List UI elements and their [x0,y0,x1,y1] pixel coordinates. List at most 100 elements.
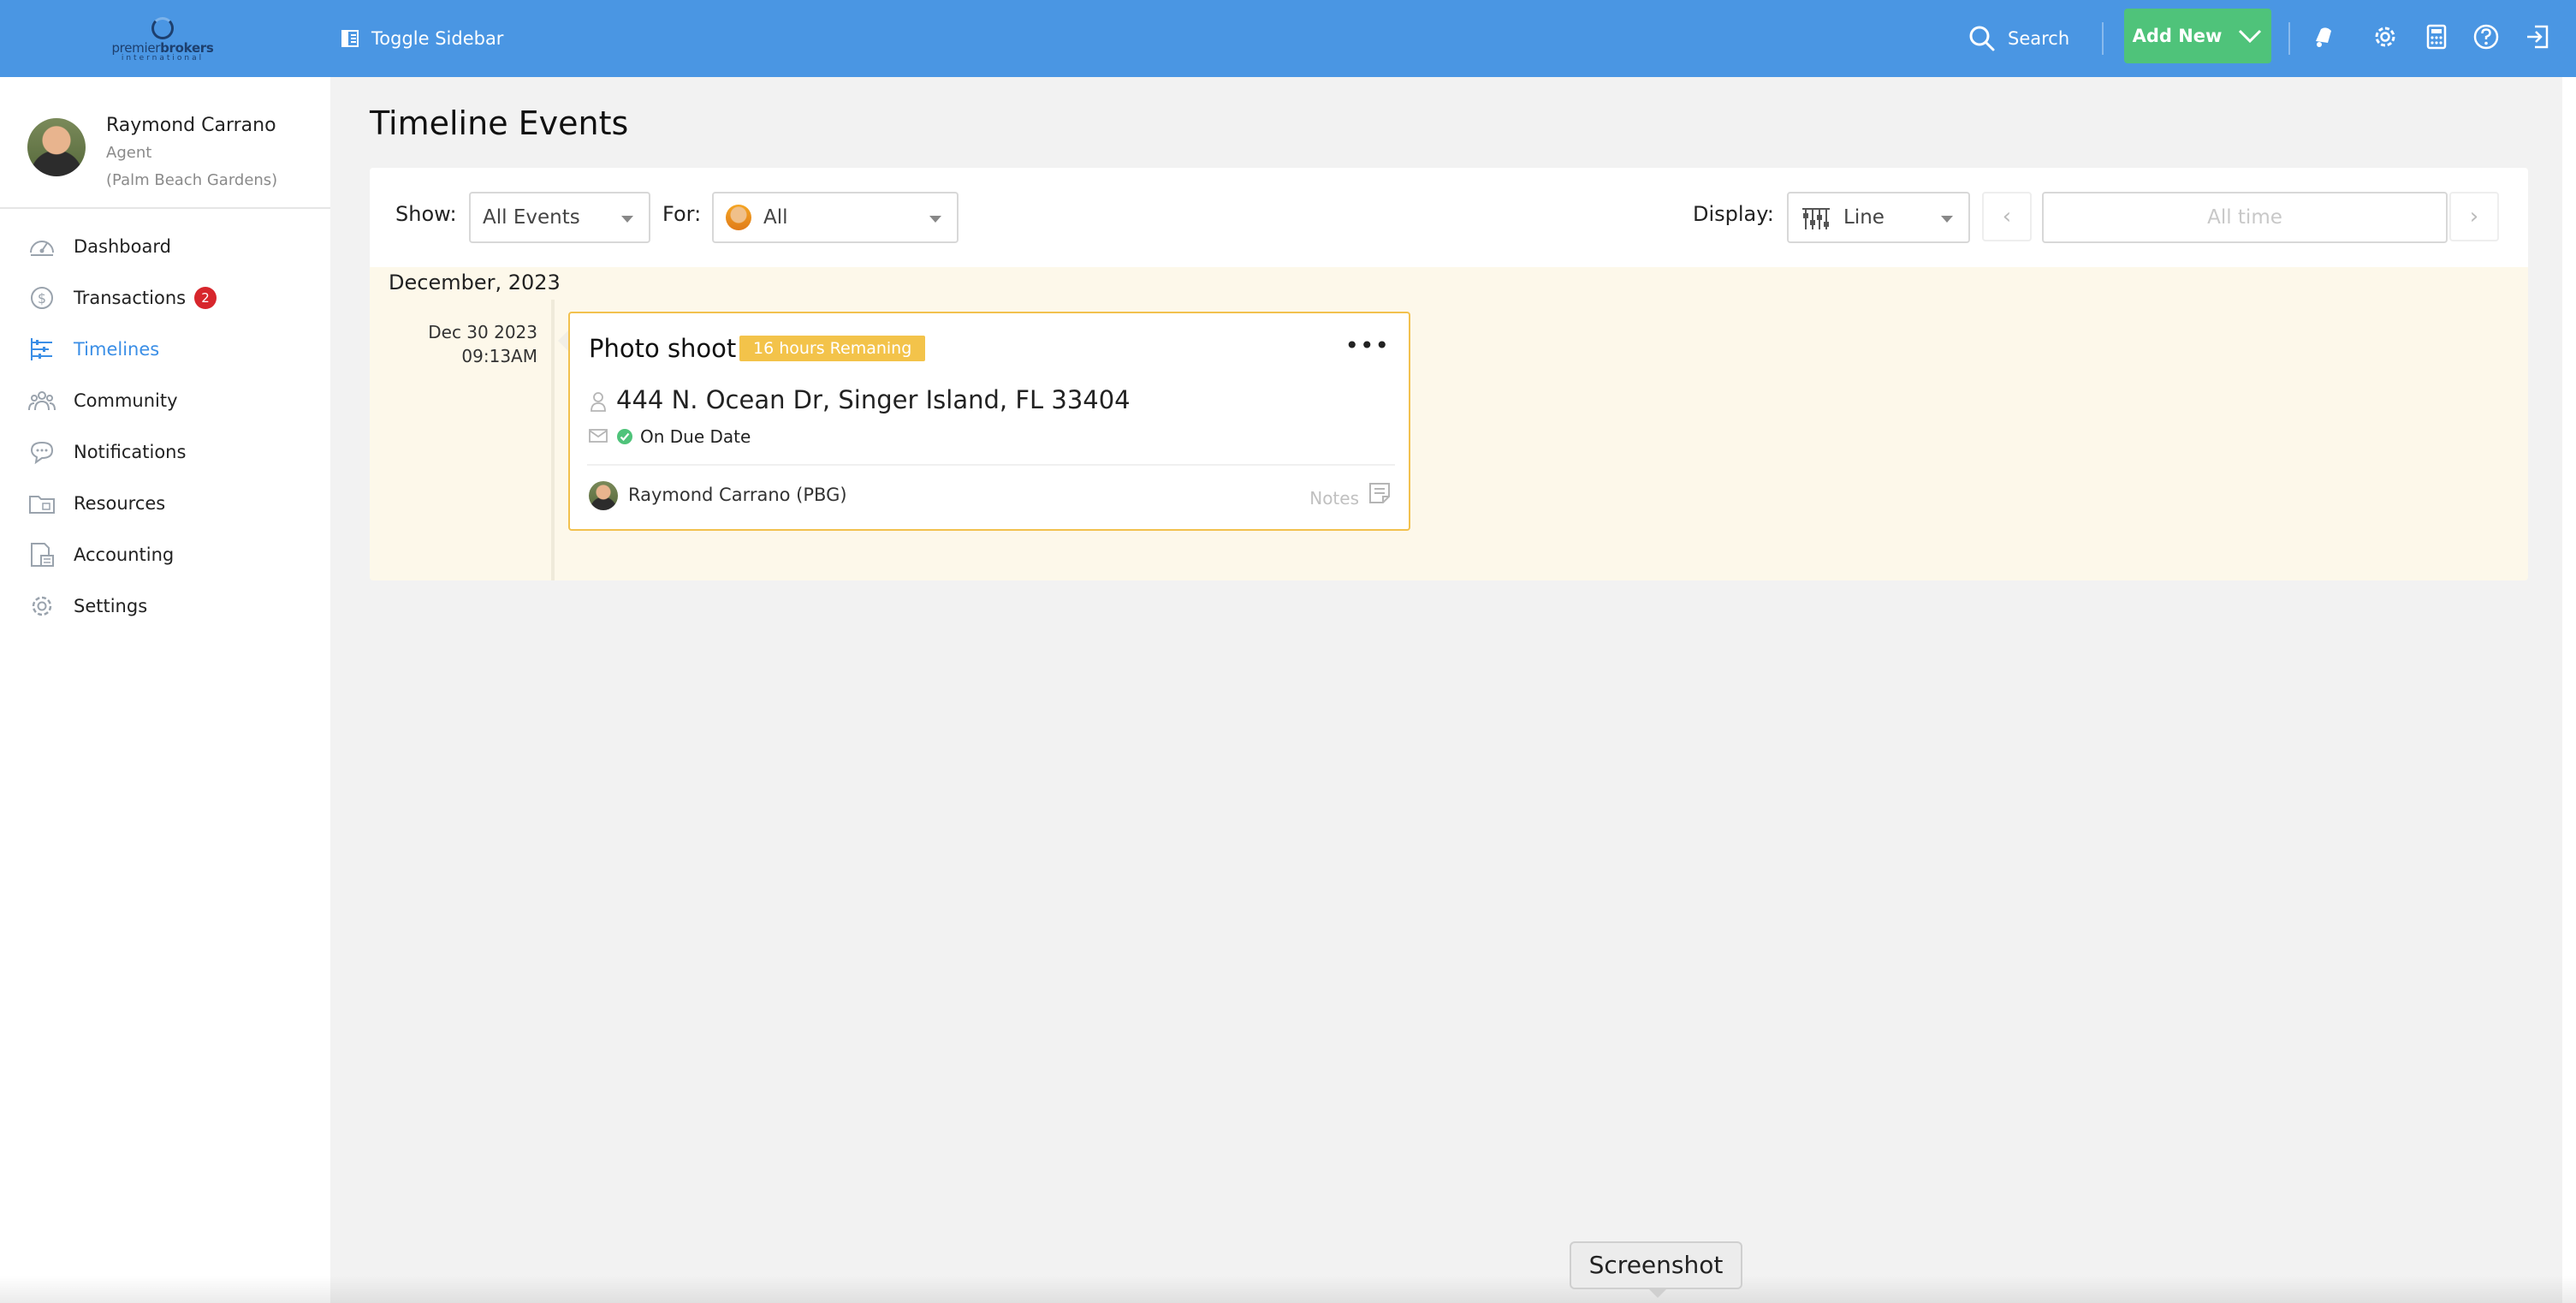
person-avatar-icon [726,205,751,230]
profile-role: Agent [106,144,152,162]
sidebar-item-accounting[interactable]: Accounting [0,529,330,580]
event-date: Dec 30 2023 [428,322,537,342]
event-status: On Due Date [640,426,751,447]
show-filter-select[interactable]: All Events [469,192,650,243]
page-right-edge [2562,77,2576,1303]
event-title[interactable]: Photo shoot [589,334,736,363]
sidebar-item-label: Timelines [74,339,160,360]
community-icon [28,391,56,411]
chevron-left-icon: ‹ [2002,204,2012,229]
sidebar-item-transactions[interactable]: $ Transactions 2 [0,272,330,324]
topbar-divider [2288,22,2290,55]
line-display-icon [1802,208,1830,229]
search-button[interactable]: Search [1968,19,2069,58]
timeline-axis [551,300,555,580]
logout-icon-svg [2527,25,2549,49]
dashboard-icon [30,241,54,256]
calculator-icon-svg [2426,24,2447,50]
gear-icon [32,596,52,616]
display-mode-select[interactable]: Line [1787,192,1970,243]
event-menu-button[interactable]: ••• [1344,334,1390,358]
bottom-shadow [0,1276,2576,1303]
event-timestamp: Dec 30 2023 09:13AM [404,320,537,368]
mail-icon [589,429,608,443]
show-filter-label: Show: [395,202,457,226]
filter-bar: Show: All Events For: All Display: Line … [370,168,2528,267]
logo-subtext: international [121,53,205,62]
page-title: Timeline Events [370,104,629,142]
check-circle-icon [617,429,632,444]
user-profile[interactable]: Raymond Carrano Agent (Palm Beach Garden… [27,106,318,209]
help-icon[interactable] [2468,19,2504,55]
card-divider [587,464,1395,466]
toggle-sidebar-label: Toggle Sidebar [371,28,504,49]
month-heading: December, 2023 [389,271,561,295]
sidebar-item-resources[interactable]: Resources [0,478,330,529]
search-icon [1969,26,1995,51]
for-filter-label: For: [662,202,702,226]
calculator-icon[interactable] [2419,19,2454,55]
person-location-icon [591,392,606,412]
sidebar-item-label: Resources [74,493,166,514]
logo-text-light: premier [111,39,161,56]
svg-text:$: $ [38,290,46,306]
sidebar: Raymond Carrano Agent (Palm Beach Garden… [0,77,330,1303]
accounting-icon [31,543,54,567]
folder-icon [29,496,55,514]
gear-icon-svg [2375,27,2395,47]
notification-badge: 2 [194,287,217,309]
notes-icon[interactable] [1368,481,1392,505]
display-filter-label: Display: [1693,202,1774,226]
sidebar-item-label: Transactions [74,288,187,308]
profile-name: Raymond Carrano [106,115,276,136]
profile-office: (Palm Beach Gardens) [106,171,278,189]
chat-icon [30,441,54,465]
previous-range-button[interactable]: ‹ [1982,192,2032,241]
screenshot-tooltip: Screenshot [1570,1241,1742,1298]
sidebar-item-dashboard[interactable]: Dashboard [0,221,330,272]
sidebar-nav: Dashboard $ Transactions 2 Timelines Com… [0,221,330,632]
sidebar-toggle-icon [341,30,359,47]
agent-name[interactable]: Raymond Carrano (PBG) [628,485,847,505]
gear-icon[interactable] [2367,19,2403,55]
topbar-divider [2102,22,2104,55]
date-range-placeholder: All time [2207,206,2282,229]
top-bar: premierbrokers international Toggle Side… [0,0,2576,77]
sidebar-divider [0,207,330,209]
caret-down-icon [621,216,633,223]
logo-text-bold: brokers [160,39,214,56]
dollar-icon: $ [31,287,53,309]
timeline-icon [31,338,52,360]
chevron-down-icon [2239,29,2262,44]
add-new-button[interactable]: Add New [2124,9,2271,63]
next-range-button[interactable]: › [2449,192,2499,241]
event-time: 09:13AM [461,346,537,366]
logout-icon[interactable] [2520,19,2555,55]
event-card[interactable]: Photo shoot 16 hours Remaning ••• 444 N.… [558,312,1410,531]
add-new-label: Add New [2132,26,2223,46]
caret-down-icon [1941,216,1953,223]
sidebar-item-label: Accounting [74,544,175,565]
for-filter-value: All [763,206,788,229]
brand-logo[interactable]: premierbrokers international [111,15,214,63]
caret-down-icon [929,216,941,223]
bell-icon-svg [2316,27,2331,47]
bell-icon[interactable] [2306,19,2342,55]
sidebar-item-settings[interactable]: Settings [0,580,330,632]
display-mode-value: Line [1843,206,1885,229]
event-address: 444 N. Ocean Dr, Singer Island, FL 33404 [616,385,1131,414]
sidebar-item-label: Dashboard [74,236,171,257]
for-filter-select[interactable]: All [712,192,959,243]
sidebar-item-timelines[interactable]: Timelines [0,324,330,375]
help-icon-svg [2473,24,2499,50]
date-range-input[interactable]: All time [2042,192,2448,243]
sidebar-item-label: Notifications [74,442,187,462]
sidebar-item-label: Settings [74,596,148,616]
sidebar-item-community[interactable]: Community [0,375,330,426]
notes-label[interactable]: Notes [1309,488,1359,509]
sidebar-item-label: Community [74,390,178,411]
agent-avatar [589,481,618,510]
sidebar-item-notifications[interactable]: Notifications [0,426,330,478]
timeline-panel: Show: All Events For: All Display: Line … [370,168,2528,580]
toggle-sidebar-button[interactable]: Toggle Sidebar [341,22,503,55]
